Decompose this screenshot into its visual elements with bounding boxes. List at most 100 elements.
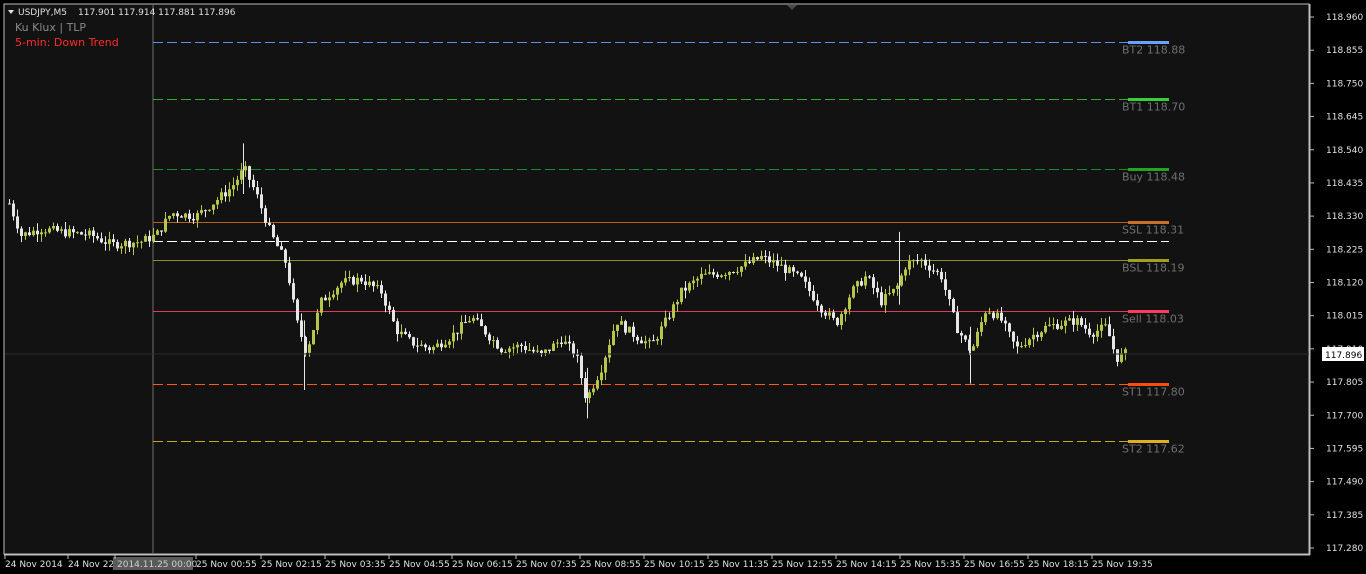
price-chart[interactable]: USDJPY,M5 117.901 117.914 117.881 117.89… [0,0,1366,574]
time-tick-label: 25 Nov 11:35 [708,560,769,570]
candle-body [28,232,31,236]
candle-body [780,264,783,266]
time-tick-label: 24 Nov 2014 [5,560,63,570]
candle-body [980,322,983,332]
time-tick-label: 25 Nov 06:15 [452,560,513,570]
candle-body [44,232,47,234]
candle-body [336,287,339,295]
candle-body [64,229,67,237]
candle-body [1052,324,1055,326]
candle-body [92,230,95,237]
candle-body [728,272,731,275]
candle-body [604,357,607,373]
candle-body [592,388,595,393]
candle-body [620,321,623,325]
time-tick-label: 25 Nov 04:55 [389,560,450,570]
price-tick-label: 117.385 [1326,511,1363,521]
candle-body [844,309,847,315]
candle-body [840,314,843,326]
candle-body [152,234,155,242]
candle-body [292,283,295,300]
candle-body [884,294,887,306]
candle-body [20,228,23,236]
candle-body [996,312,999,319]
candle-body [332,294,335,298]
candle-body [160,230,163,232]
candle-body [512,347,515,349]
symbol-label: USDJPY,M5 [18,8,67,18]
candle-body [520,344,523,347]
candle-body [424,344,427,348]
candle-body [1108,324,1111,337]
candle-body [40,232,43,235]
candle-body [756,257,759,260]
candle-body [508,348,511,352]
plot-area[interactable] [3,3,1310,555]
candle-body [104,242,107,244]
candle-body [860,281,863,286]
candle-body [988,312,991,314]
candle-body [612,330,615,346]
candle-body [1112,336,1115,350]
price-tick-label: 117.490 [1326,478,1363,488]
level-label: ST1 117.80 [1122,386,1185,399]
candle-body [692,280,695,284]
trading-chart-window[interactable]: USDJPY,M5 117.901 117.914 117.881 117.89… [0,0,1366,574]
candle-body [16,216,19,229]
candle-body [832,312,835,318]
candle-body [872,277,875,288]
candle-body [776,260,779,266]
candle-body [908,260,911,270]
candle-body [984,313,987,323]
candle-body [1096,330,1099,337]
candle-body [344,278,347,283]
candle-body [308,344,311,353]
candle-body [600,372,603,381]
trend-status-label: 5-min: Down Trend [15,36,119,49]
candle-body [836,317,839,326]
candle-body [244,166,247,171]
candle-body [548,349,551,351]
candle-body [724,274,727,276]
candle-body [864,276,867,286]
candle-body [416,345,419,347]
candle-body [904,269,907,276]
price-tick-label: 118.540 [1326,146,1363,156]
candle-body [444,344,447,348]
candle-body [1076,318,1079,325]
candle-body [712,272,715,275]
candle-body [272,224,275,238]
candle-body [920,259,923,262]
candle-body [188,213,191,219]
candle-body [192,218,195,221]
candle-body [792,267,795,272]
candle-body [888,293,891,295]
candle-body [1000,312,1003,321]
candle-body [488,334,491,341]
candle-body [1004,320,1007,324]
level-label: Sell 118.03 [1122,313,1184,326]
candle-body [184,213,187,218]
candle-body [1072,318,1075,325]
candle-body [1084,325,1087,329]
candle-body [556,342,559,344]
candle-body [96,236,99,239]
candle-body [568,341,571,344]
candle-body [804,276,807,282]
candle-body [108,239,111,244]
candle-body [116,242,119,249]
candle-body [540,350,543,354]
candle-body [412,337,415,346]
candle-body [396,321,399,335]
candle-body [196,213,199,221]
price-tick-label: 117.805 [1326,378,1363,388]
candle-body [624,321,627,333]
candle-body [252,179,255,188]
candle-body [328,297,331,301]
candle-body [36,230,39,235]
candle-body [652,340,655,342]
candle-body [316,312,319,331]
candle-body [916,260,919,262]
candle-body [944,279,947,290]
candle-body [848,297,851,310]
